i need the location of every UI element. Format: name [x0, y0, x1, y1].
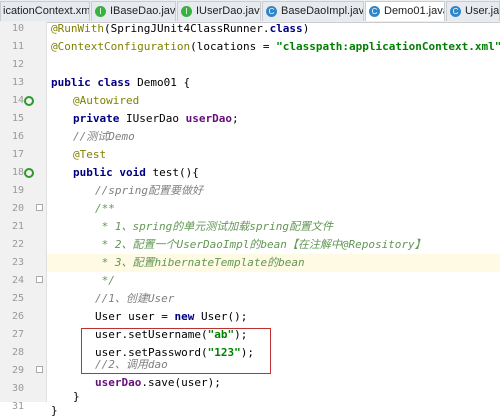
code-line-16: private IUserDao userDao; — [73, 112, 239, 125]
tab-user[interactable]: C User.java — [446, 1, 500, 21]
line-number: 14 — [11, 95, 24, 106]
line-number: 13 — [11, 77, 24, 88]
code-line-12: @ContextConfiguration(locations = "class… — [51, 40, 500, 53]
line-number: 29 — [11, 365, 24, 376]
class-icon: C — [450, 5, 461, 17]
code-line-21: /** — [95, 202, 115, 215]
class-icon: C — [266, 5, 277, 17]
line-number: 15 — [11, 113, 24, 124]
line-number: 30 — [11, 383, 24, 394]
interface-icon: I — [95, 5, 106, 17]
run-test-method-icon[interactable] — [24, 168, 34, 178]
line-number: 19 — [11, 185, 24, 196]
code-line-17: //测试Demo — [73, 130, 135, 143]
line-number: 21 — [11, 221, 24, 232]
fold-marker-icon[interactable] — [36, 204, 43, 211]
line-number: 25 — [11, 293, 24, 304]
code-line-24: * 3、配置hibernateTemplate的bean — [95, 256, 305, 269]
line-number: 12 — [11, 59, 24, 70]
line-number: 20 — [11, 203, 24, 214]
run-test-class-icon[interactable] — [24, 96, 34, 106]
line-number: 17 — [11, 149, 24, 160]
code-line-15: @Autowired — [73, 94, 140, 107]
highlight-box — [81, 328, 271, 374]
code-line-32: } — [73, 390, 80, 403]
tab-basedaoimpl[interactable]: CBaseDaoImpl.java✕ — [262, 1, 364, 21]
line-number: 26 — [11, 311, 24, 322]
code-line-31: userDao.save(user); — [95, 376, 221, 389]
line-number: 23 — [11, 257, 24, 268]
line-number: 18 — [11, 167, 24, 178]
line-number: 27 — [11, 329, 24, 340]
code-line-20: //spring配置要做好 — [95, 184, 203, 197]
code-line-26: //1、创建User — [95, 292, 175, 305]
tab-ibasedao[interactable]: IIBaseDao.java✕ — [91, 1, 176, 21]
code-line-27: User user = new User(); — [95, 310, 248, 323]
code-line-11: @RunWith(SpringJUnit4ClassRunner.class) — [51, 22, 310, 35]
code-line-25: */ — [95, 274, 115, 287]
line-number: 10 — [11, 23, 24, 34]
code-line-18: @Test — [73, 148, 107, 161]
code-line-19: public void test(){ — [73, 166, 199, 179]
line-number: 16 — [11, 131, 24, 142]
fold-marker-icon[interactable] — [36, 366, 43, 373]
interface-icon: I — [181, 5, 192, 17]
line-number: 31 — [11, 401, 24, 412]
class-icon: C — [369, 5, 380, 17]
tab-iuserdao[interactable]: IIUserDao.java✕ — [177, 1, 261, 21]
code-line-22: * 1、spring的单元测试加载spring配置文件 — [95, 220, 333, 233]
tab-demo01[interactable]: CDemo01.java✕ — [365, 1, 445, 21]
code-line-33: } — [51, 404, 58, 417]
code-line-23: * 2、配置一个UserDaoImpl的bean【在注解中@Repository… — [95, 238, 426, 251]
line-number-gutter: 10 11 12 13 14 15 16 17 18 19 20 21 22 2… — [0, 22, 47, 412]
tab-label: IUserDao.java — [196, 5, 261, 17]
tab-label: Demo01.java — [384, 5, 445, 17]
line-number: 28 — [11, 347, 24, 358]
line-number: 11 — [11, 41, 24, 52]
tab-label: BaseDaoImpl.java — [281, 5, 364, 17]
code-line-14: public class Demo01 { — [51, 76, 191, 89]
tab-label: IBaseDao.java — [110, 5, 176, 17]
line-number: 22 — [11, 239, 24, 250]
tab-label: icationContext.xml — [3, 5, 90, 17]
line-number: 24 — [11, 275, 24, 286]
code-editor[interactable]: @RunWith(SpringJUnit4ClassRunner.class) … — [47, 22, 500, 417]
fold-marker-icon[interactable] — [36, 276, 43, 283]
tab-application-context[interactable]: icationContext.xml✕ — [0, 1, 90, 21]
tab-label: User.java — [465, 5, 500, 17]
